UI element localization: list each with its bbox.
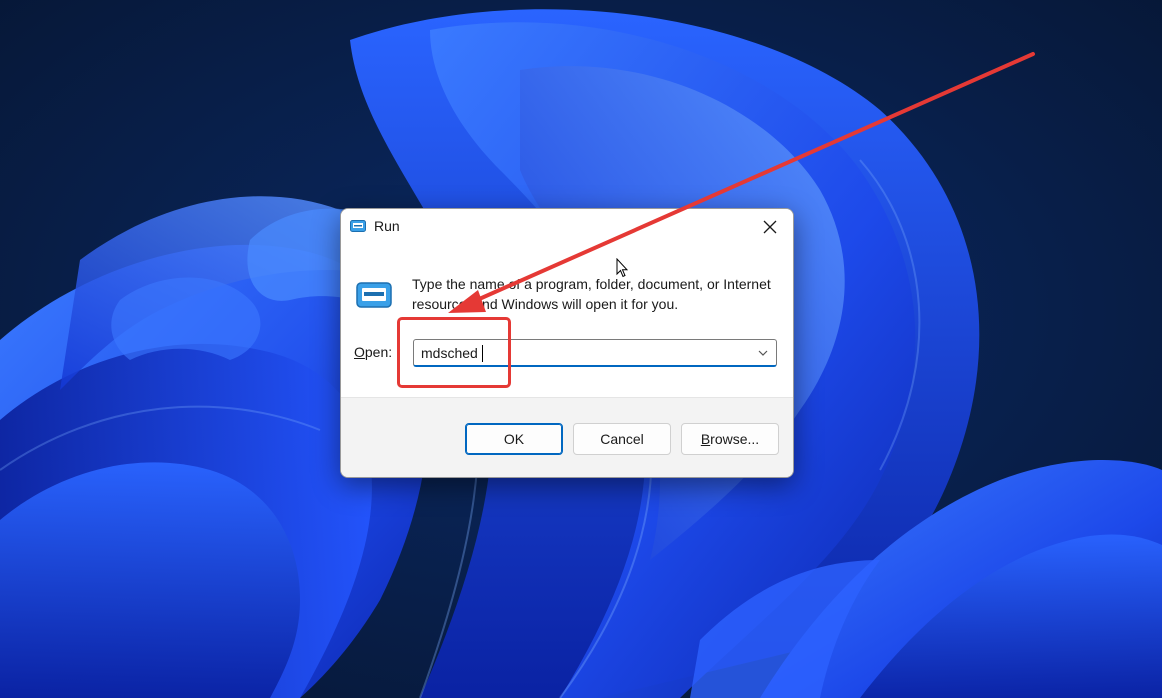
chevron-down-icon <box>758 350 768 356</box>
run-icon <box>350 220 366 232</box>
close-icon <box>763 220 777 234</box>
button-bar: OK Cancel Browse... <box>341 397 793 477</box>
annotation-highlight-box <box>397 317 511 388</box>
open-label: Open: <box>354 344 392 360</box>
dialog-title: Run <box>374 218 400 234</box>
browse-label: rowse... <box>710 431 760 447</box>
close-button[interactable] <box>751 211 789 243</box>
browse-button[interactable]: Browse... <box>681 423 779 455</box>
browse-accelerator: B <box>700 431 711 447</box>
mouse-pointer-icon <box>616 258 628 278</box>
run-icon <box>356 282 392 308</box>
open-label-accelerator: O <box>354 344 365 360</box>
description-text: Type the name of a program, folder, docu… <box>412 276 771 312</box>
dropdown-button[interactable] <box>750 340 776 365</box>
cancel-button[interactable]: Cancel <box>573 423 671 455</box>
open-label-text: pen: <box>364 344 393 360</box>
title-bar[interactable]: Run <box>341 209 793 245</box>
ok-button[interactable]: OK <box>465 423 563 455</box>
